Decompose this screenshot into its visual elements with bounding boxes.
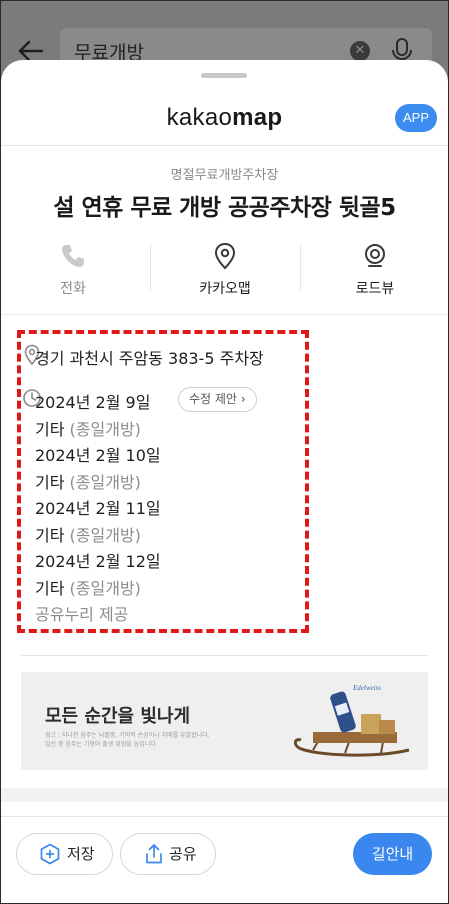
ad-brand-logo: Edelweiss: [353, 684, 381, 692]
kakaomap-label: 카카오맵: [199, 281, 251, 297]
phone-icon: [62, 245, 84, 267]
place-bottom-sheet: kakaomap APP 명절무료개방주차장 설 연휴 무료 개방 공공주차장 …: [1, 60, 448, 903]
logo-word: kakao: [166, 104, 233, 131]
place-title: 설 연휴 무료 개방 공공주차장 뒷골5: [53, 195, 396, 221]
separator: [300, 244, 301, 290]
divider: [21, 655, 428, 656]
location-pin-icon: [214, 242, 236, 270]
sled-beer-illustration: [293, 691, 410, 757]
ad-fine-print: 경고 : 지나친 음주는 뇌졸중, 기억력 손상이나 치매를 유발합니다.: [45, 732, 210, 739]
kakaomap-logo: kakaomap: [1, 104, 448, 132]
divider: [1, 314, 448, 315]
share-button[interactable]: 공유: [120, 833, 216, 875]
share-label: 공유: [169, 845, 197, 863]
share-icon: [146, 844, 162, 864]
drag-handle[interactable]: [201, 73, 247, 78]
place-category: 명절무료개방주차장: [170, 168, 279, 183]
clear-icon[interactable]: ✕: [350, 41, 370, 61]
call-action[interactable]: 전화: [13, 242, 133, 298]
divider: [1, 145, 448, 146]
roadview-action[interactable]: 로드뷰: [315, 242, 435, 298]
logo-word-bold: map: [232, 104, 283, 131]
call-label: 전화: [60, 281, 86, 297]
roadview-label: 로드뷰: [355, 281, 395, 297]
bottom-action-bar: 저장 공유 길안내: [1, 816, 448, 903]
save-button[interactable]: 저장: [16, 833, 113, 875]
separator: [150, 244, 151, 290]
section-gap: [1, 788, 448, 802]
open-app-button[interactable]: APP: [395, 104, 437, 132]
roadview-camera-icon: [365, 244, 385, 267]
ad-headline: 모든 순간을 빛나게: [45, 706, 191, 727]
ad-fine-print: 임신 중 음주는 기형아 출생 위험을 높입니다.: [45, 741, 158, 748]
kakaomap-action[interactable]: 카카오맵: [165, 242, 285, 298]
highlight-box: [17, 330, 309, 633]
action-row: 전화 카카오맵 로드뷰: [1, 242, 448, 302]
save-plus-icon: [40, 843, 60, 865]
save-label: 저장: [67, 845, 95, 863]
ad-banner[interactable]: 모든 순간을 빛나게 경고 : 지나친 음주는 뇌졸중, 기억력 손상이나 치매…: [21, 672, 428, 770]
directions-button[interactable]: 길안내: [353, 833, 432, 875]
